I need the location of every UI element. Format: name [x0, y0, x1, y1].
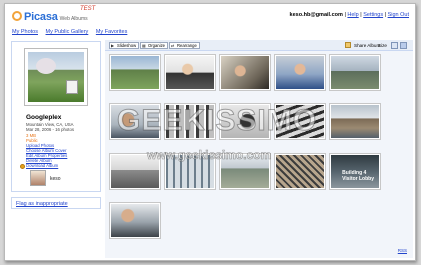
browser-window: Picasa Web Albums TEST keso.hb@gmail.com… — [4, 3, 416, 261]
album-date-count: Mar 28, 2006 - 16 photos — [26, 127, 75, 132]
cover-sign-shape — [66, 80, 78, 94]
download-icon[interactable] — [20, 164, 25, 169]
photo-image — [221, 105, 269, 138]
main-nav: My Photos My Public Gallery My Favorites — [12, 29, 133, 35]
photo-thumbnail[interactable] — [219, 54, 271, 91]
album-cover[interactable] — [24, 48, 88, 106]
nav-my-favorites[interactable]: My Favorites — [96, 29, 127, 35]
photo-grid-area: ▶ Slideshow ▦ Organize ⇄ Rearrange Share… — [105, 40, 413, 258]
settings-link[interactable]: Settings — [363, 12, 383, 18]
slideshow-button[interactable]: ▶ Slideshow — [109, 42, 140, 49]
photo-image — [111, 155, 159, 188]
photo-thumbnail[interactable] — [109, 202, 161, 239]
album-title: Googleplex — [26, 114, 62, 121]
photo-thumbnail[interactable] — [109, 54, 161, 91]
photo-thumbnail[interactable] — [219, 153, 271, 190]
photo-thumbnail[interactable] — [274, 103, 326, 140]
photo-image — [276, 56, 324, 89]
photo-image — [166, 56, 214, 89]
picasa-logo-icon — [12, 11, 22, 21]
rss-link[interactable]: RSS — [398, 248, 407, 253]
photo-image — [166, 155, 214, 188]
organize-icon: ▦ — [142, 43, 146, 48]
photo-image — [221, 56, 269, 89]
nav-my-photos[interactable]: My Photos — [12, 29, 38, 35]
organize-button[interactable]: ▦ Organize — [140, 42, 168, 49]
photo-image — [111, 56, 159, 89]
play-icon: ▶ — [111, 43, 115, 48]
photo-thumbnail[interactable] — [164, 153, 216, 190]
user-bar: keso.hb@gmail.com | Help | Settings | Si… — [290, 12, 409, 18]
picasa-logo[interactable]: Picasa Web Albums TEST — [12, 6, 95, 24]
album-meta: Mountain View, CA, USA Mar 28, 2006 - 16… — [26, 122, 74, 132]
slideshow-label: Slideshow — [117, 43, 137, 48]
photo-thumbnail[interactable]: Building 4 Visitor Lobby — [329, 153, 381, 190]
owner-avatar[interactable] — [30, 170, 46, 186]
photo-image — [221, 155, 269, 188]
user-email: keso.hb@gmail.com — [289, 12, 343, 18]
album-actions: Upload Photos Choose Album Cover Edit Al… — [26, 143, 67, 168]
rearrange-label: Rearrange — [177, 43, 197, 48]
rearrange-button[interactable]: ⇄ Rearrange — [169, 42, 200, 49]
photo-thumbnail[interactable] — [274, 153, 326, 190]
nav-my-public-gallery[interactable]: My Public Gallery — [46, 29, 89, 35]
owner-name[interactable]: keso — [50, 176, 61, 182]
sign-out-link[interactable]: Sign Out — [388, 12, 409, 18]
organize-label: Organize — [148, 43, 165, 48]
photo-image — [111, 204, 159, 237]
separator: | — [344, 12, 346, 18]
photo-thumbnail[interactable] — [109, 153, 161, 190]
logo-subtitle: Web Albums — [59, 16, 88, 22]
rearrange-icon: ⇄ — [171, 43, 175, 48]
photo-thumbnail[interactable] — [329, 103, 381, 140]
photo-caption: Building 4 Visitor Lobby — [342, 170, 374, 182]
album-toolbar: ▶ Slideshow ▦ Organize ⇄ Rearrange Share… — [105, 40, 413, 51]
photo-thumbnail[interactable] — [219, 103, 271, 140]
flag-inappropriate-link[interactable]: Flag as inappropriate — [16, 201, 68, 207]
photo-image — [166, 105, 214, 138]
size-label: Size — [378, 43, 387, 48]
photo-thumbnail[interactable] — [274, 54, 326, 91]
separator: | — [360, 12, 362, 18]
size-medium-button[interactable] — [400, 42, 407, 49]
help-link[interactable]: Help — [347, 12, 358, 18]
photo-image — [111, 105, 159, 138]
download-album-link[interactable]: Download Album — [26, 163, 67, 168]
photo-thumbnail[interactable] — [329, 54, 381, 91]
flag-box: Flag as inappropriate — [11, 197, 101, 209]
logo-test-tag: TEST — [80, 6, 96, 12]
share-icon[interactable] — [345, 42, 351, 48]
photo-image — [331, 105, 379, 138]
photo-thumbnail[interactable] — [164, 54, 216, 91]
album-size-visibility: 3 MB Public — [26, 133, 38, 143]
photo-thumbnail[interactable] — [164, 103, 216, 140]
album-info-panel: Googleplex Mountain View, CA, USA Mar 28… — [11, 41, 101, 192]
photo-thumbnail[interactable] — [109, 103, 161, 140]
size-small-button[interactable] — [391, 42, 398, 49]
logo-name: Picasa — [24, 11, 58, 23]
cover-tree-shape — [36, 58, 56, 74]
photo-image — [331, 56, 379, 89]
share-album-link[interactable]: Share Album — [354, 43, 380, 48]
photo-image — [276, 105, 324, 138]
separator: | — [384, 12, 387, 18]
photo-image — [276, 155, 324, 188]
album-cover-image — [28, 52, 84, 102]
